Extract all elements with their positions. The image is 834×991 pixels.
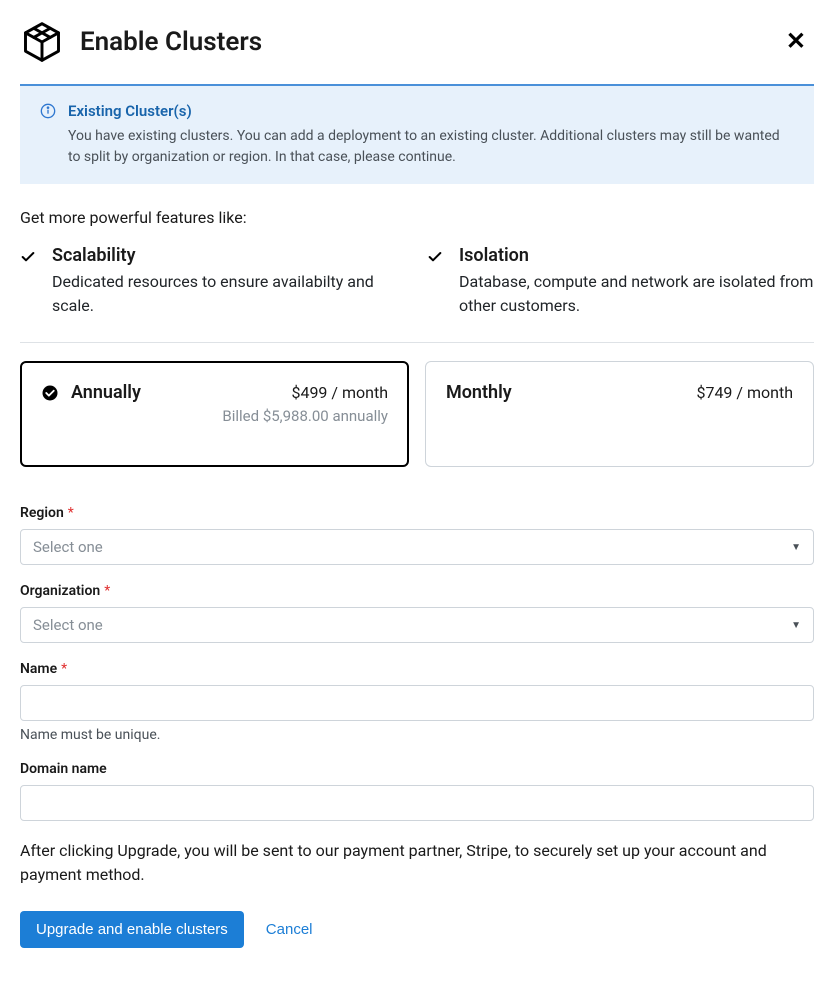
modal-title: Enable Clusters <box>80 27 262 57</box>
cancel-button[interactable]: Cancel <box>266 921 313 938</box>
modal-header: Enable Clusters ✕ <box>20 20 814 64</box>
info-alert: Existing Cluster(s) You have existing cl… <box>20 84 814 184</box>
organization-label: Organization* <box>20 583 814 599</box>
pricing-card-annually[interactable]: Annually $499 / month Billed $5,988.00 a… <box>20 361 409 467</box>
check-icon <box>20 249 36 318</box>
plan-subtext: Billed $5,988.00 annually <box>41 407 388 425</box>
alert-title: Existing Cluster(s) <box>68 102 794 120</box>
feature-desc: Dedicated resources to ensure availabilt… <box>52 270 407 318</box>
region-label: Region* <box>20 505 814 521</box>
check-icon <box>427 249 443 318</box>
plan-name: Annually <box>71 382 141 403</box>
info-icon <box>40 103 56 168</box>
cube-icon <box>20 20 64 64</box>
feature-scalability: Scalability Dedicated resources to ensur… <box>20 245 407 318</box>
organization-select[interactable]: Select one ▼ <box>20 607 814 643</box>
name-input[interactable] <box>20 685 814 721</box>
name-label: Name* <box>20 661 814 677</box>
name-helper: Name must be unique. <box>20 727 814 743</box>
pricing-options: Annually $499 / month Billed $5,988.00 a… <box>20 361 814 467</box>
divider <box>20 342 814 343</box>
feature-title: Scalability <box>52 245 407 266</box>
chevron-down-icon: ▼ <box>791 542 801 553</box>
select-placeholder: Select one <box>33 616 103 634</box>
footer-note: After clicking Upgrade, you will be sent… <box>20 839 814 887</box>
feature-desc: Database, compute and network are isolat… <box>459 270 814 318</box>
features-list: Scalability Dedicated resources to ensur… <box>20 245 814 318</box>
action-bar: Upgrade and enable clusters Cancel <box>20 911 814 948</box>
intro-text: Get more powerful features like: <box>20 208 814 227</box>
pricing-card-monthly[interactable]: Monthly $749 / month <box>425 361 814 467</box>
chevron-down-icon: ▼ <box>791 620 801 631</box>
plan-name: Monthly <box>446 382 512 403</box>
close-icon: ✕ <box>786 28 806 55</box>
domain-label: Domain name <box>20 761 814 777</box>
radio-selected-icon <box>41 384 59 402</box>
feature-title: Isolation <box>459 245 814 266</box>
upgrade-button[interactable]: Upgrade and enable clusters <box>20 911 244 948</box>
plan-price: $749 / month <box>696 383 793 402</box>
close-button[interactable]: ✕ <box>778 26 814 58</box>
region-select[interactable]: Select one ▼ <box>20 529 814 565</box>
domain-input[interactable] <box>20 785 814 821</box>
select-placeholder: Select one <box>33 538 103 556</box>
plan-price: $499 / month <box>291 383 388 402</box>
alert-body: You have existing clusters. You can add … <box>68 126 794 168</box>
feature-isolation: Isolation Database, compute and network … <box>427 245 814 318</box>
